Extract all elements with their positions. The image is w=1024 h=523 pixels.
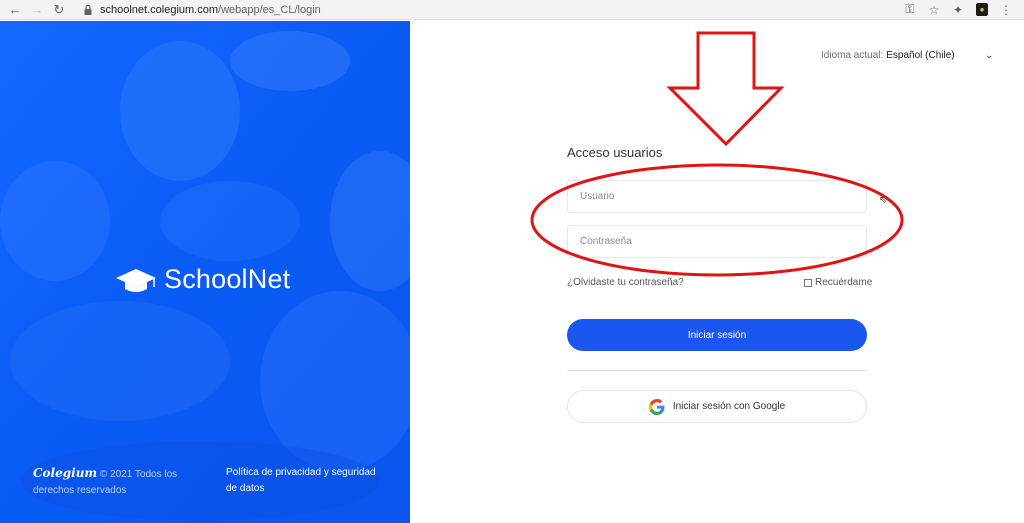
forgot-password-link[interactable]: ¿Olvidaste tu contraseña? xyxy=(567,277,684,288)
remember-me-checkbox[interactable]: Recuérdame xyxy=(804,277,872,288)
reload-icon[interactable]: ↻ xyxy=(50,1,68,19)
key-icon[interactable]: ⚿ xyxy=(900,1,920,19)
login-button[interactable]: Iniciar sesión xyxy=(567,319,867,351)
extension-badge-icon[interactable]: ● xyxy=(972,1,992,19)
mouse-cursor-icon: ⇖ xyxy=(879,195,888,206)
google-login-button[interactable]: Iniciar sesión con Google xyxy=(567,390,867,423)
colegium-logo: Colegium xyxy=(33,466,98,480)
language-selector[interactable]: Idioma actual: Español (Chile) xyxy=(821,50,955,61)
lock-icon xyxy=(84,4,92,15)
google-login-label: Iniciar sesión con Google xyxy=(672,401,786,412)
language-value: Español (Chile) xyxy=(886,50,955,61)
browser-toolbar: ← → ↻ schoolnet.colegium.com/webapp/es_C… xyxy=(0,0,1024,20)
google-icon xyxy=(648,398,665,415)
brand-logo: SchoolNet xyxy=(114,264,290,295)
password-field[interactable] xyxy=(567,225,867,258)
hero-panel: SchoolNet Colegium © 2021 Todos los dere… xyxy=(0,21,410,523)
address-bar[interactable]: schoolnet.colegium.com/webapp/es_CL/logi… xyxy=(82,1,896,19)
forward-arrow-icon[interactable]: → xyxy=(28,1,46,19)
privacy-link[interactable]: Política de privacidad y seguridad de da… xyxy=(226,465,386,497)
annotation-arrow xyxy=(666,31,785,147)
chevron-down-icon[interactable]: ⌄ xyxy=(985,50,993,61)
checkbox-icon[interactable] xyxy=(804,278,812,287)
password-input[interactable] xyxy=(568,226,866,257)
divider xyxy=(567,370,867,371)
star-icon[interactable]: ☆ xyxy=(924,1,944,19)
back-arrow-icon[interactable]: ← xyxy=(6,1,24,19)
puzzle-icon[interactable]: ✦ xyxy=(948,1,968,19)
brand-name: SchoolNet xyxy=(164,264,291,294)
form-title: Acceso usuarios xyxy=(567,145,663,160)
username-input[interactable] xyxy=(568,181,866,212)
url-text: schoolnet.colegium.com/webapp/es_CL/logi… xyxy=(100,3,321,16)
kebab-menu-icon[interactable]: ⋮ xyxy=(996,1,1016,19)
graduation-cap-icon xyxy=(116,268,156,292)
remember-me-label: Recuérdame xyxy=(815,277,873,288)
language-label: Idioma actual: xyxy=(821,50,884,61)
username-field[interactable] xyxy=(567,180,867,213)
